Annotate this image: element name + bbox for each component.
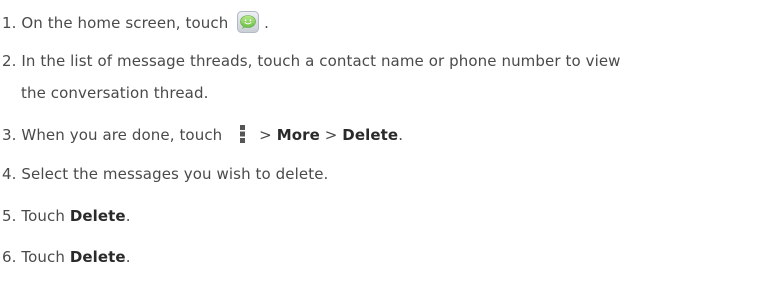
step-number: 4.: [2, 165, 17, 183]
step-text-continuation: the conversation thread.: [21, 84, 209, 102]
step-1: 1. On the home screen, touch .: [2, 11, 269, 33]
step-text-end: .: [125, 248, 131, 266]
step-number: 5.: [2, 207, 17, 225]
step-5: 5. Touch Delete.: [2, 206, 131, 226]
messaging-app-icon: [237, 11, 260, 33]
step-text-end: .: [259, 14, 269, 32]
step-text: In the list of message threads, touch a …: [16, 52, 621, 70]
step-number: 1.: [2, 14, 17, 32]
delete-label: Delete: [69, 207, 126, 225]
step-number: 3.: [2, 126, 17, 144]
step-number: 6.: [2, 248, 17, 266]
menu-icon: [239, 123, 247, 145]
step-text: When you are done, touch: [16, 126, 228, 144]
menu-item-more: More: [276, 126, 320, 144]
step-2: 2. In the list of message threads, touch…: [2, 51, 621, 103]
delete-label: Delete: [69, 248, 126, 266]
menu-item-delete: Delete: [342, 126, 399, 144]
step-number: 2.: [2, 52, 17, 70]
step-text: On the home screen, touch: [16, 14, 234, 32]
step-4: 4. Select the messages you wish to delet…: [2, 164, 328, 184]
step-6: 6. Touch Delete.: [2, 247, 131, 267]
step-text: Touch: [16, 248, 70, 266]
step-3: 3. When you are done, touch > More > Del…: [2, 123, 403, 145]
separator: >: [259, 126, 277, 144]
separator: >: [319, 126, 343, 144]
step-text: Touch: [16, 207, 70, 225]
step-text-end: .: [125, 207, 131, 225]
step-text: Select the messages you wish to delete.: [16, 165, 329, 183]
step-text-end: .: [398, 126, 404, 144]
